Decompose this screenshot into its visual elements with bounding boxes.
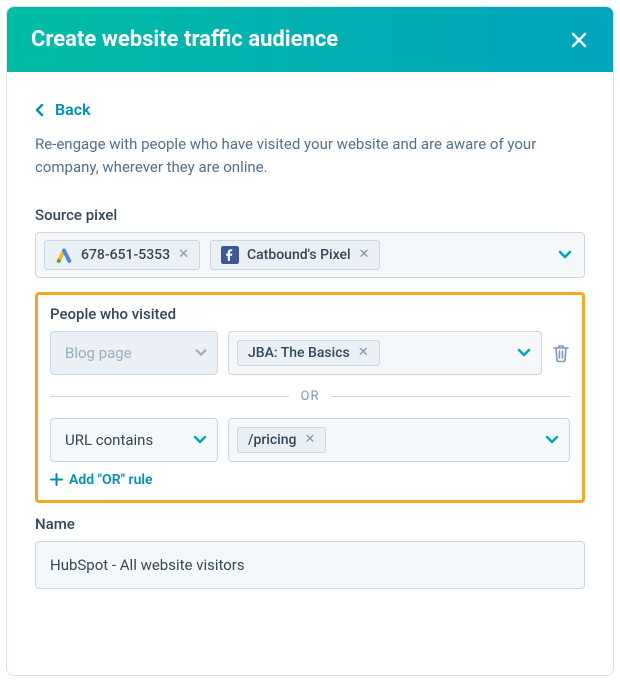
name-input[interactable] bbox=[35, 541, 585, 589]
google-ads-icon bbox=[55, 246, 73, 264]
source-pixel-tag: 678-651-5353 ✕ bbox=[44, 240, 200, 270]
remove-tag-icon[interactable]: ✕ bbox=[178, 247, 189, 262]
rule-type-select[interactable]: Blog page bbox=[50, 331, 218, 375]
description-text: Re-engage with people who have visited y… bbox=[35, 133, 585, 180]
chevron-down-icon bbox=[558, 250, 572, 260]
source-pixel-select[interactable]: 678-651-5353 ✕ Catbound's Pixel ✕ bbox=[35, 232, 585, 278]
modal-header: Create website traffic audience bbox=[7, 7, 613, 72]
chevron-left-icon bbox=[35, 103, 45, 117]
delete-rule-icon[interactable] bbox=[552, 343, 570, 363]
add-or-rule-button[interactable]: Add "OR" rule bbox=[50, 472, 570, 488]
modal: Create website traffic audience Back Re-… bbox=[6, 6, 614, 676]
rule-row: URL contains /pricing ✕ bbox=[50, 418, 570, 462]
visited-label: People who visited bbox=[50, 305, 570, 323]
chevron-down-icon bbox=[545, 435, 559, 445]
rule-chip: /pricing ✕ bbox=[237, 427, 326, 453]
divider-line bbox=[331, 396, 570, 397]
remove-chip-icon[interactable]: ✕ bbox=[358, 345, 369, 360]
rule-type-value: URL contains bbox=[65, 431, 153, 449]
rule-chip: JBA: The Basics ✕ bbox=[237, 340, 380, 366]
chip-label: /pricing bbox=[248, 432, 296, 448]
remove-chip-icon[interactable]: ✕ bbox=[304, 432, 315, 447]
remove-tag-icon[interactable]: ✕ bbox=[359, 247, 370, 262]
divider-line bbox=[50, 396, 289, 397]
source-pixel-tag: Catbound's Pixel ✕ bbox=[210, 240, 380, 270]
add-or-label: Add "OR" rule bbox=[69, 472, 153, 488]
rule-type-select[interactable]: URL contains bbox=[50, 418, 218, 462]
rule-value-select[interactable]: /pricing ✕ bbox=[228, 418, 570, 462]
modal-title: Create website traffic audience bbox=[31, 27, 338, 52]
close-icon[interactable] bbox=[569, 30, 589, 50]
chevron-down-icon bbox=[193, 435, 207, 445]
back-label: Back bbox=[55, 100, 91, 119]
modal-body: Back Re-engage with people who have visi… bbox=[7, 72, 613, 675]
tag-label: 678-651-5353 bbox=[81, 247, 170, 263]
facebook-icon bbox=[221, 246, 239, 264]
or-divider: OR bbox=[50, 389, 570, 404]
chip-label: JBA: The Basics bbox=[248, 345, 350, 361]
rule-type-value: Blog page bbox=[65, 344, 132, 362]
visited-section: People who visited Blog page JBA: The Ba… bbox=[35, 292, 585, 503]
tag-label: Catbound's Pixel bbox=[247, 247, 351, 263]
name-label: Name bbox=[35, 515, 585, 533]
plus-icon bbox=[50, 473, 63, 486]
chevron-down-icon bbox=[195, 348, 207, 357]
rule-value-select[interactable]: JBA: The Basics ✕ bbox=[228, 331, 542, 375]
source-pixel-label: Source pixel bbox=[35, 206, 585, 224]
back-button[interactable]: Back bbox=[35, 100, 585, 119]
rule-row: Blog page JBA: The Basics ✕ bbox=[50, 331, 570, 375]
chevron-down-icon bbox=[517, 348, 531, 358]
or-label: OR bbox=[301, 389, 320, 404]
